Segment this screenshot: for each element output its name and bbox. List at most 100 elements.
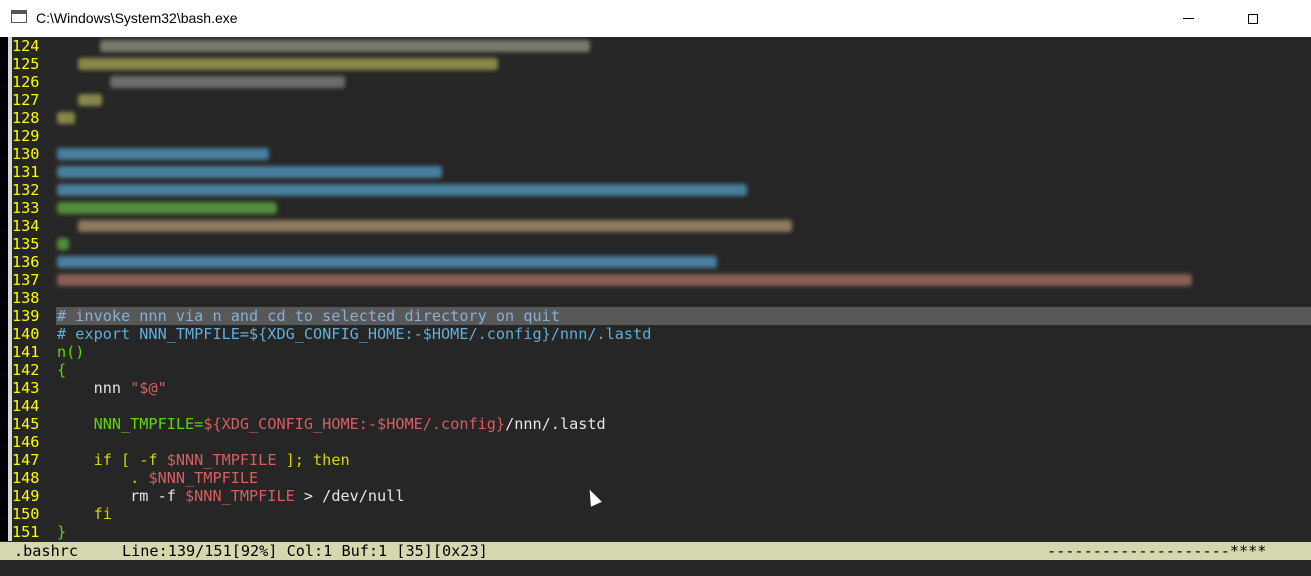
blurred-text (57, 238, 69, 250)
code-line: 145 NNN_TMPFILE=${XDG_CONFIG_HOME:-$HOME… (0, 415, 1311, 433)
line-number: 134 (12, 217, 56, 235)
line-number: 147 (12, 451, 56, 469)
line-number: 146 (12, 433, 56, 451)
status-bar: .bashrc Line:139/151[92%] Col:1 Buf:1 [3… (0, 542, 1311, 560)
window-title: C:\Windows\System32\bash.exe (36, 10, 238, 26)
code-line: 131 (0, 163, 1311, 181)
terminal-app-icon (11, 10, 27, 23)
code-line: 147 if [ -f $NNN_TMPFILE ]; then (0, 451, 1311, 469)
status-position: Line:139/151[92%] Col:1 Buf:1 [35][0x23] (122, 542, 488, 560)
line-number: 126 (12, 73, 56, 91)
maximize-icon (1248, 13, 1258, 24)
code-token: $NNN_TMPFILE (166, 451, 277, 469)
status-filename: .bashrc (14, 542, 79, 560)
line-number: 151 (12, 523, 56, 541)
code-token: > /dev/null (294, 487, 405, 505)
blurred-text (78, 220, 792, 232)
code-line: 137 (0, 271, 1311, 289)
code-line: 148 . $NNN_TMPFILE (0, 469, 1311, 487)
title-bar: C:\Windows\System32\bash.exe (0, 0, 1311, 37)
minimize-icon (1182, 18, 1194, 19)
blurred-text (57, 274, 1192, 286)
line-number: 144 (12, 397, 56, 415)
code-text: # invoke nnn via n and cd to selected di… (57, 307, 560, 325)
code-token: $HOME (377, 415, 423, 433)
code-line: 151} (0, 523, 1311, 541)
code-line: 125 (0, 55, 1311, 73)
line-number: 138 (12, 289, 56, 307)
line-number: 130 (12, 145, 56, 163)
code-text: # export NNN_TMPFILE=${XDG_CONFIG_HOME:-… (57, 325, 652, 343)
blurred-text (78, 58, 498, 70)
code-line: 124 (0, 37, 1311, 55)
line-number: 129 (12, 127, 56, 145)
code-line: 130 (0, 145, 1311, 163)
blurred-text (78, 94, 102, 106)
line-number: 125 (12, 55, 56, 73)
line-number: 128 (12, 109, 56, 127)
code-text: n() (57, 343, 85, 361)
code-token: ${XDG_CONFIG_HOME:- (203, 415, 378, 433)
line-number: 139 (12, 307, 56, 325)
blurred-text (57, 166, 442, 178)
line-number: 124 (12, 37, 56, 55)
code-line: 129 (0, 127, 1311, 145)
blurred-text (57, 256, 717, 268)
code-line: 127 (0, 91, 1311, 109)
code-line: 146 (0, 433, 1311, 451)
code-text: NNN_TMPFILE=${XDG_CONFIG_HOME:-$HOME/.co… (57, 415, 606, 433)
code-text: rm -f $NNN_TMPFILE > /dev/null (57, 487, 404, 505)
code-line: 149 rm -f $NNN_TMPFILE > /dev/null (0, 487, 1311, 505)
code-line-current: 139 # invoke nnn via n and cd to selected… (0, 307, 1311, 325)
code-token: ]; then (276, 451, 350, 469)
code-text: } (57, 523, 67, 541)
blurred-text (57, 112, 75, 124)
line-number: 149 (12, 487, 56, 505)
maximize-button[interactable] (1230, 0, 1276, 37)
code-text: if [ -f $NNN_TMPFILE ]; then (57, 451, 350, 469)
code-token: if [ -f (57, 451, 167, 469)
blurred-text (57, 202, 277, 214)
minimize-button[interactable] (1165, 0, 1211, 37)
code-line: 140 # export NNN_TMPFILE=${XDG_CONFIG_HOM… (0, 325, 1311, 343)
line-number: 143 (12, 379, 56, 397)
code-token: "$@" (130, 379, 167, 397)
terminal-area[interactable]: 124 125 126 127 128 129 130 131 132 133 … (0, 37, 1311, 576)
line-number: 133 (12, 199, 56, 217)
code-text: fi (57, 505, 112, 523)
code-line: 138 (0, 289, 1311, 307)
code-line: 135 (0, 235, 1311, 253)
editor-buffer[interactable]: 124 125 126 127 128 129 130 131 132 133 … (0, 37, 1311, 541)
line-number: 137 (12, 271, 56, 289)
line-number: 136 (12, 253, 56, 271)
code-token: /nnn/.lastd (505, 415, 606, 433)
line-number: 132 (12, 181, 56, 199)
code-token: /.config} (422, 415, 506, 433)
blurred-text (110, 76, 345, 88)
code-line: 143 nnn "$@" (0, 379, 1311, 397)
blurred-text (57, 148, 269, 160)
code-line: 126 (0, 73, 1311, 91)
code-token: $NNN_TMPFILE (148, 469, 259, 487)
code-token: rm -f (57, 487, 186, 505)
status-flags: --------------------**** (1047, 542, 1267, 560)
blurred-text (57, 184, 747, 196)
code-token: $NNN_TMPFILE (185, 487, 295, 505)
code-text: nnn "$@" (57, 379, 167, 397)
code-text: . $NNN_TMPFILE (57, 469, 258, 487)
code-line: 128 (0, 109, 1311, 127)
line-number: 131 (12, 163, 56, 181)
code-text: { (57, 361, 67, 379)
code-line: 150 fi (0, 505, 1311, 523)
line-number: 141 (12, 343, 56, 361)
line-number: 127 (12, 91, 56, 109)
code-line: 142{ (0, 361, 1311, 379)
code-token: nnn (57, 379, 131, 397)
code-line: 141 n() (0, 343, 1311, 361)
code-token: . (57, 469, 149, 487)
line-number: 145 (12, 415, 56, 433)
code-token: NNN_TMPFILE= (57, 415, 204, 433)
code-line: 133 (0, 199, 1311, 217)
code-line: 134 (0, 217, 1311, 235)
code-line: 136 (0, 253, 1311, 271)
